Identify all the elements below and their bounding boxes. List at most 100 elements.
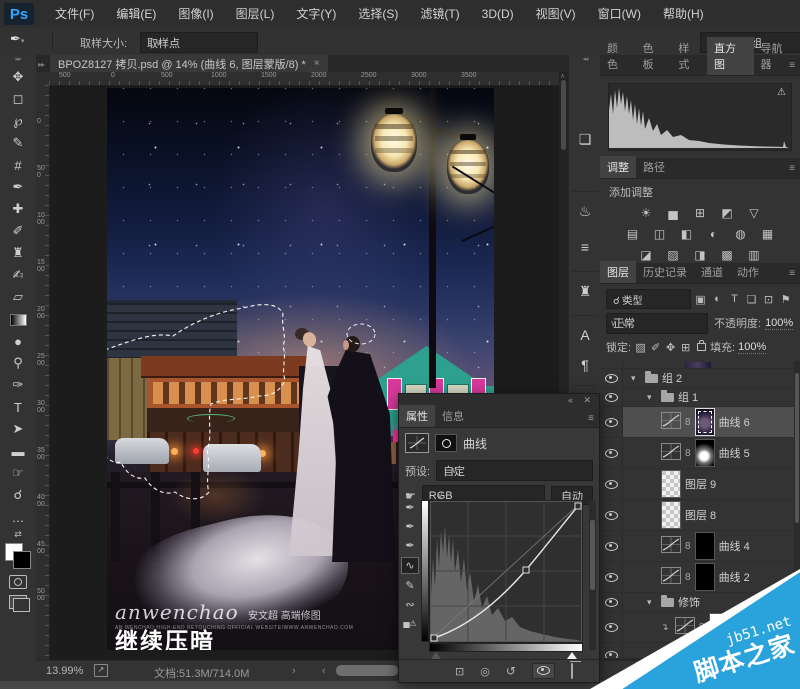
crop-tool[interactable]: # xyxy=(0,155,36,177)
layer-mask-thumbnail[interactable] xyxy=(695,563,715,591)
tab-overflow-icon[interactable]: ▸▸ xyxy=(38,60,44,69)
eye-cell[interactable] xyxy=(600,388,623,406)
menu-item-文字(Y)[interactable]: 文字(Y) xyxy=(285,0,347,28)
tab-通道[interactable]: 通道 xyxy=(694,261,730,283)
black-point-eyedropper-icon[interactable]: ✒ xyxy=(402,500,418,515)
group-disclosure-icon[interactable]: ▾ xyxy=(631,373,641,384)
curve-editor[interactable] xyxy=(429,500,583,643)
dodge-tool[interactable]: ⚲ xyxy=(0,353,36,375)
close-panel-icon[interactable]: ✕ xyxy=(583,395,591,406)
lasso-tool[interactable]: ℘ xyxy=(0,111,36,133)
tab-动作[interactable]: 动作 xyxy=(730,261,766,283)
clipping-warning-icon[interactable]: ▅⚠ xyxy=(402,616,418,631)
zoom-level[interactable]: 13.99% xyxy=(46,665,83,677)
scroll-left-icon[interactable]: ‹ xyxy=(322,665,326,677)
curves-icon[interactable]: ⊞ xyxy=(690,204,710,221)
mask-thumbnail-icon[interactable] xyxy=(435,434,457,452)
brushes-panel-icon[interactable]: ♨ xyxy=(569,199,601,223)
gradient-tool[interactable] xyxy=(0,309,36,331)
move-tool[interactable]: ✥ xyxy=(0,67,36,89)
layer-mask-thumbnail[interactable] xyxy=(697,645,717,659)
eye-cell[interactable] xyxy=(600,500,623,530)
layer-row-修饰[interactable]: ▾修饰 xyxy=(600,593,794,612)
tab-menu-icon[interactable]: ≡ xyxy=(789,268,795,279)
document-tab[interactable]: BPOZ8127 拷贝.psd @ 14% (曲线 6, 图层蒙版/8) * × xyxy=(50,55,328,72)
collapse-panel-icon[interactable]: « xyxy=(568,395,573,405)
layers-scrollbar[interactable] xyxy=(794,361,800,659)
tab-路径[interactable]: 路径 xyxy=(636,156,672,178)
layer-thumbnail[interactable] xyxy=(673,645,693,659)
edit-points-icon[interactable]: ∿ xyxy=(401,557,419,574)
history-brush-tool[interactable]: ✍ xyxy=(0,265,36,287)
brush-tool[interactable]: ✐ xyxy=(0,221,36,243)
opacity-value[interactable]: 100% xyxy=(765,317,793,330)
layer-row-曲线 5[interactable]: 8曲线 5 xyxy=(600,438,794,469)
layer-row-曲线 4[interactable]: 8曲线 4 xyxy=(600,531,794,562)
horizontal-scrollbar-thumb[interactable] xyxy=(336,665,398,676)
layer-thumbnail[interactable] xyxy=(661,470,681,498)
layer-mask-thumbnail[interactable] xyxy=(695,408,715,436)
gray-point-eyedropper-icon[interactable]: ✒ xyxy=(402,519,418,534)
visibility-eye-icon[interactable] xyxy=(605,480,618,489)
eye-cell[interactable] xyxy=(600,407,623,437)
sample-size-dropdown[interactable]: 取样点∨ xyxy=(140,32,258,53)
lock-all-icon[interactable] xyxy=(697,343,706,351)
type-tool[interactable]: T xyxy=(0,397,36,419)
paragraph-panel-icon[interactable]: ¶ xyxy=(569,353,601,377)
document-close-icon[interactable]: × xyxy=(314,58,320,69)
preset-dropdown[interactable]: 自定∨ xyxy=(436,460,593,481)
character-panel-icon[interactable]: A xyxy=(569,323,601,347)
menu-item-图像(I)[interactable]: 图像(I) xyxy=(167,0,224,28)
group-disclosure-icon[interactable]: ▾ xyxy=(647,597,657,608)
draw-curve-pencil-icon[interactable]: ✎ xyxy=(402,578,418,593)
eye-cell[interactable] xyxy=(600,643,623,659)
layer-thumbnail[interactable] xyxy=(661,501,681,529)
channel-mixer-icon[interactable]: ◍ xyxy=(731,225,751,242)
menu-item-图层(L)[interactable]: 图层(L) xyxy=(225,0,286,28)
toggle-visibility-icon[interactable]: ◎ xyxy=(480,665,490,678)
white-point-slider[interactable] xyxy=(567,652,577,659)
fill-value[interactable]: 100% xyxy=(738,341,766,354)
visibility-eye-icon[interactable] xyxy=(605,393,618,402)
blend-mode-dropdown[interactable]: 正常∨ xyxy=(606,313,708,334)
layer-mask-thumbnail[interactable] xyxy=(709,613,729,641)
color-balance-icon[interactable]: ◫ xyxy=(650,225,670,242)
menu-item-滤镜(T)[interactable]: 滤镜(T) xyxy=(409,0,470,28)
eye-cell[interactable] xyxy=(600,531,623,561)
layer-row-曲线 2[interactable]: 8曲线 2 xyxy=(600,562,794,593)
exposure-icon[interactable]: ◩ xyxy=(717,204,737,221)
pen-tool[interactable]: ✑ xyxy=(0,375,36,397)
clip-to-layer-icon[interactable]: ⊡ xyxy=(455,665,464,678)
layer-row-图层 8[interactable]: 图层 8 xyxy=(600,500,794,531)
eye-cell[interactable] xyxy=(600,562,623,592)
hue-saturation-icon[interactable]: ▤ xyxy=(623,225,643,242)
filter-icon-5[interactable]: ⚑ xyxy=(777,293,794,306)
levels-icon[interactable]: ▅ xyxy=(663,204,683,221)
menu-item-窗口(W)[interactable]: 窗口(W) xyxy=(587,0,652,28)
eyedropper-tool-icon[interactable]: ✒▾ xyxy=(10,31,44,51)
layer-row-组 2[interactable]: ▾组 2 xyxy=(600,369,794,388)
menu-item-选择(S)[interactable]: 选择(S) xyxy=(347,0,409,28)
share-icon[interactable]: ↗ xyxy=(94,664,108,677)
zoom-tool[interactable]: ☌ xyxy=(0,485,36,507)
tab-调整[interactable]: 调整 xyxy=(600,156,636,178)
layer-row-图层 9[interactable]: 图层 9 xyxy=(600,469,794,500)
group-disclosure-icon[interactable]: ▾ xyxy=(647,392,657,403)
color-swatches[interactable] xyxy=(5,543,31,569)
visibility-eye-icon[interactable] xyxy=(532,663,555,679)
black-white-icon[interactable]: ◧ xyxy=(677,225,697,242)
tab-颜色[interactable]: 颜色 xyxy=(600,37,636,75)
visibility-eye-icon[interactable] xyxy=(605,623,618,632)
histogram-warning-icon[interactable]: ⚠ xyxy=(777,87,786,98)
filter-icon-0[interactable]: ▣ xyxy=(692,293,709,306)
delete-adjustment-icon[interactable] xyxy=(571,664,573,678)
vertical-ruler[interactable]: 0500100015002000250030003500400045005000 xyxy=(36,85,50,660)
clone-stamp-tool[interactable]: ♜ xyxy=(0,243,36,265)
swap-colors-icon[interactable]: ⇄ xyxy=(0,529,36,541)
visibility-eye-icon[interactable] xyxy=(605,374,618,383)
toolbar-collapse-icon[interactable]: ▸▸ xyxy=(0,55,36,67)
eyedropper-tool[interactable]: ✒ xyxy=(0,177,36,199)
quick-mask-button[interactable] xyxy=(9,575,27,589)
menu-item-帮助(H)[interactable]: 帮助(H) xyxy=(652,0,715,28)
visibility-eye-icon[interactable] xyxy=(605,449,618,458)
